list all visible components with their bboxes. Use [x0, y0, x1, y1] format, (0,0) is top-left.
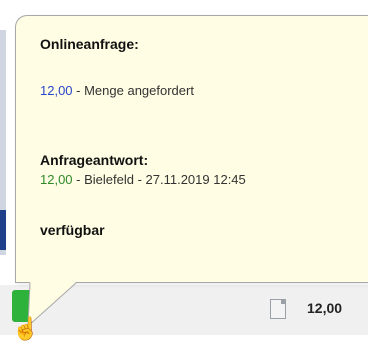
availability-tooltip: Onlineanfrage: 12,00 - Menge angefordert…	[15, 15, 368, 283]
row-quantity: 12,00	[307, 300, 343, 316]
response-quantity: 12,00	[40, 172, 73, 187]
hand-pointer-icon: ☝	[12, 316, 40, 341]
tooltip-title: Onlineanfrage:	[40, 36, 139, 52]
availability-status-text: verfügbar	[40, 222, 105, 238]
requested-quantity: 12,00	[40, 83, 73, 98]
document-icon[interactable]	[270, 299, 286, 319]
response-title: Anfrageantwort:	[40, 152, 149, 168]
response-line: 12,00 - Bielefeld - 27.11.2019 12:45	[40, 172, 246, 187]
left-panel-accent	[0, 210, 6, 250]
response-text: - Bielefeld - 27.11.2019 12:45	[72, 172, 246, 187]
requested-line: 12,00 - Menge angefordert	[40, 83, 194, 98]
requested-text: - Menge angefordert	[72, 83, 194, 98]
